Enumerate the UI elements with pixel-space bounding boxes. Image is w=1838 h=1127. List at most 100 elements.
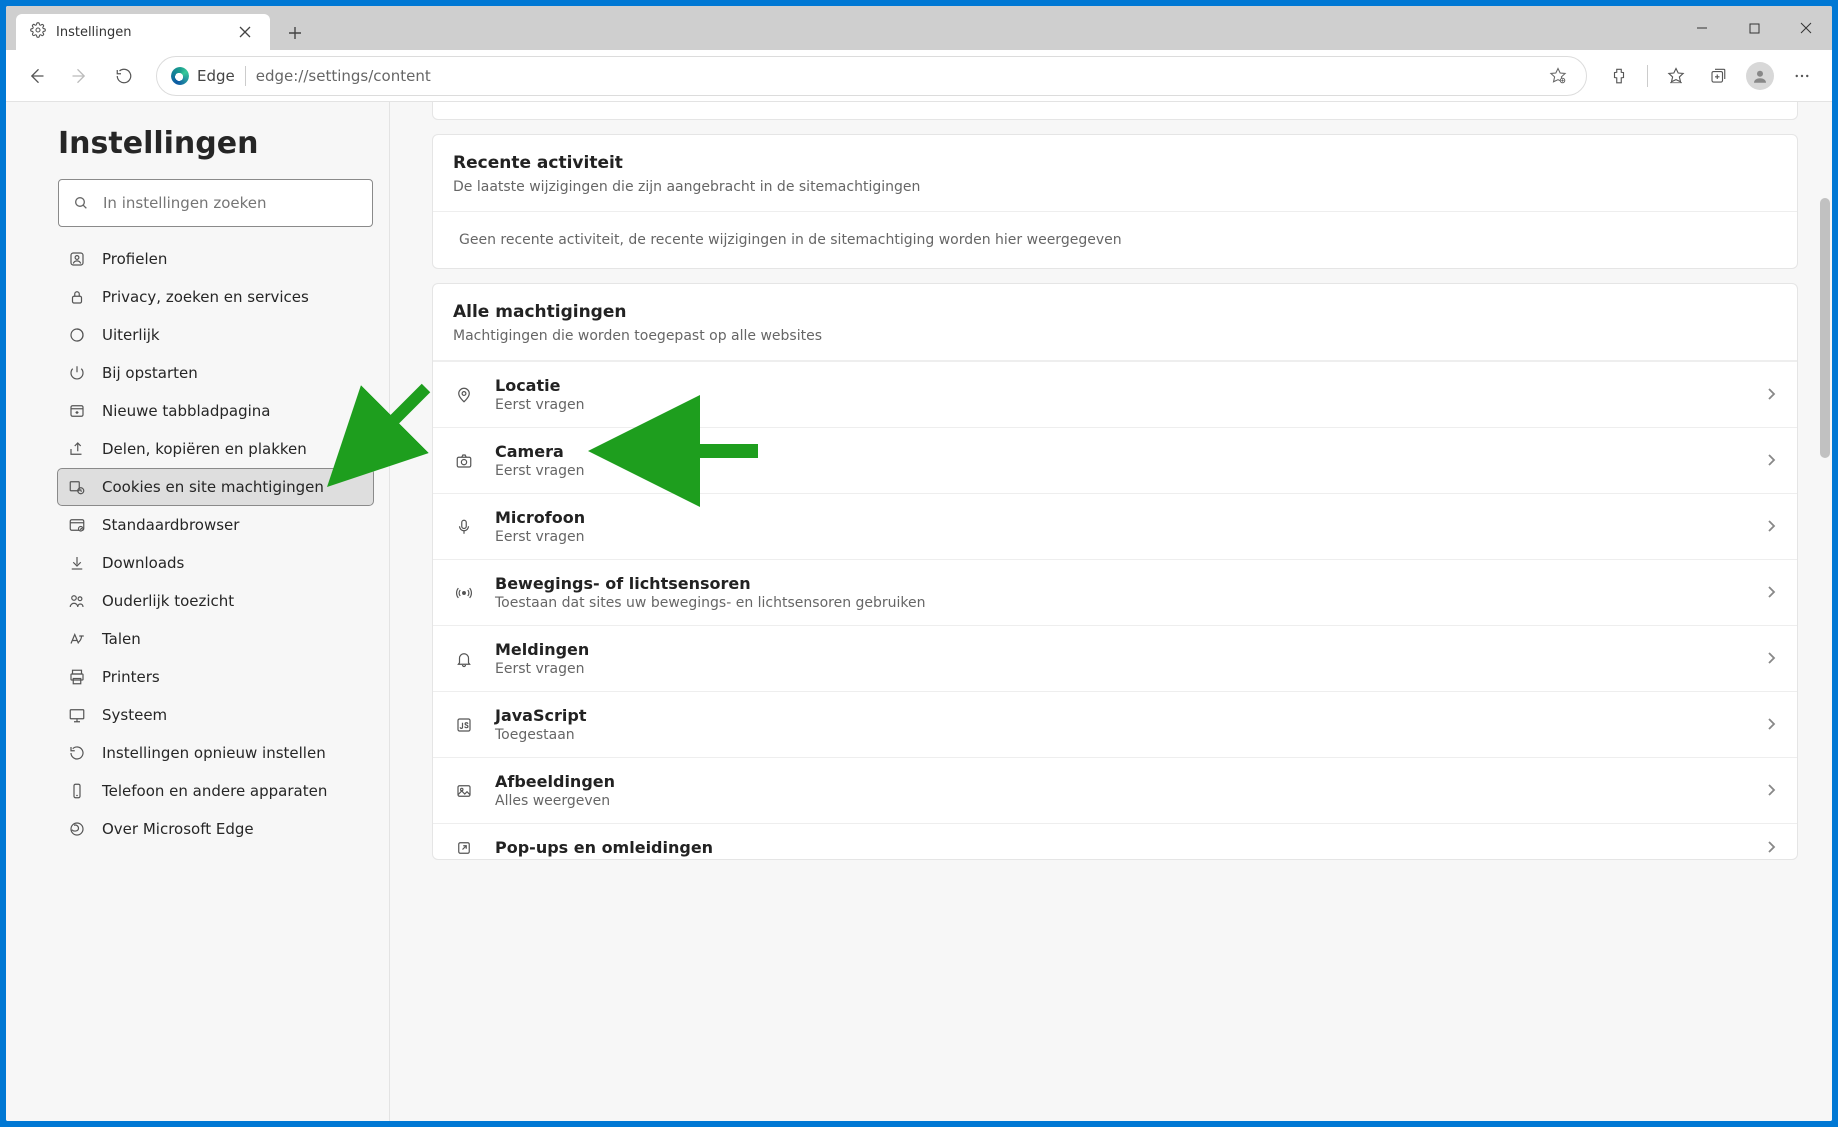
system-icon: [68, 706, 86, 724]
chevron-right-icon: [1765, 649, 1777, 668]
chevron-right-icon: [1765, 451, 1777, 470]
avatar-icon: [1746, 62, 1774, 90]
nav-downloads[interactable]: Downloads: [58, 545, 373, 581]
titlebar: Instellingen: [6, 6, 1832, 50]
nav-languages[interactable]: Talen: [58, 621, 373, 657]
recent-activity-empty: Geen recente activiteit, de recente wijz…: [433, 212, 1797, 268]
nav-about[interactable]: Over Microsoft Edge: [58, 811, 373, 847]
extensions-button[interactable]: [1599, 56, 1639, 96]
scrollbar-thumb[interactable]: [1820, 198, 1830, 458]
address-url: edge://settings/content: [256, 67, 1534, 85]
permission-title: Meldingen: [495, 640, 1745, 659]
settings-main: Recente activiteit De laatste wijziginge…: [390, 102, 1832, 1121]
scrollbar[interactable]: [1818, 102, 1832, 1121]
nav-devices[interactable]: Telefoon en andere apparaten: [58, 773, 373, 809]
nav-label: Systeem: [102, 706, 167, 724]
permission-popups[interactable]: Pop-ups en omleidingen: [433, 823, 1797, 859]
nav-label: Profielen: [102, 250, 167, 268]
nav-label: Standaardbrowser: [102, 516, 239, 534]
permission-text: Microfoon Eerst vragen: [495, 508, 1745, 545]
settings-search[interactable]: [58, 179, 373, 227]
nav-startup[interactable]: Bij opstarten: [58, 355, 373, 391]
nav-share[interactable]: Delen, kopiëren en plakken: [58, 431, 373, 467]
card-all-permissions: Alle machtigingen Machtigingen die worde…: [432, 283, 1798, 860]
microphone-icon: [453, 518, 475, 536]
permission-images[interactable]: Afbeeldingen Alles weergeven: [433, 757, 1797, 823]
nav-label: Uiterlijk: [102, 326, 160, 344]
permission-title: Bewegings- of lichtsensoren: [495, 574, 1745, 593]
settings-search-input[interactable]: [103, 194, 358, 212]
permission-sub: Alles weergeven: [495, 793, 1745, 809]
permission-camera[interactable]: Camera Eerst vragen: [433, 427, 1797, 493]
maximize-button[interactable]: [1728, 6, 1780, 50]
browser-icon: [68, 516, 86, 534]
forward-button[interactable]: [60, 56, 100, 96]
nav-family[interactable]: Ouderlijk toezicht: [58, 583, 373, 619]
permission-sensors[interactable]: Bewegings- of lichtsensorenToestaan dat …: [433, 559, 1797, 625]
permission-sub: Eerst vragen: [495, 529, 1745, 545]
profile-button[interactable]: [1740, 56, 1780, 96]
recent-activity-title: Recente activiteit: [453, 153, 1777, 173]
minimize-button[interactable]: [1676, 6, 1728, 50]
new-tab-button[interactable]: [278, 16, 312, 50]
nav-reset[interactable]: Instellingen opnieuw instellen: [58, 735, 373, 771]
permission-location[interactable]: LocatieEerst vragen: [433, 361, 1797, 427]
recent-activity-subtitle: De laatste wijzigingen die zijn aangebra…: [453, 179, 1777, 195]
permission-javascript[interactable]: JavaScriptToegestaan: [433, 691, 1797, 757]
camera-icon: [453, 452, 475, 470]
collections-button[interactable]: [1698, 56, 1738, 96]
phone-icon: [68, 782, 86, 800]
back-button[interactable]: [16, 56, 56, 96]
permission-title: Camera: [495, 442, 1745, 461]
bell-icon: [453, 650, 475, 668]
nav-appearance[interactable]: Uiterlijk: [58, 317, 373, 353]
permission-title: JavaScript: [495, 706, 1745, 725]
printer-icon: [68, 668, 86, 686]
tab-close-button[interactable]: [232, 19, 258, 45]
toolbar-separator: [1647, 65, 1648, 87]
add-favorite-button[interactable]: [1544, 62, 1572, 90]
permission-title: Afbeeldingen: [495, 772, 1745, 791]
nav-system[interactable]: Systeem: [58, 697, 373, 733]
address-bar[interactable]: Edge edge://settings/content: [156, 56, 1587, 96]
appearance-icon: [68, 326, 86, 344]
address-identity: Edge: [171, 67, 235, 85]
nav-label: Over Microsoft Edge: [102, 820, 254, 838]
permission-text: JavaScriptToegestaan: [495, 706, 1745, 743]
nav-newtab[interactable]: Nieuwe tabbladpagina: [58, 393, 373, 429]
chevron-right-icon: [1765, 838, 1777, 857]
nav-label: Downloads: [102, 554, 184, 572]
location-icon: [453, 386, 475, 404]
refresh-button[interactable]: [104, 56, 144, 96]
download-icon: [68, 554, 86, 572]
card-header: Alle machtigingen Machtigingen die worde…: [433, 284, 1797, 361]
nav-profiles[interactable]: Profielen: [58, 241, 373, 277]
nav-label: Printers: [102, 668, 160, 686]
close-window-button[interactable]: [1780, 6, 1832, 50]
power-icon: [68, 364, 86, 382]
permission-sub: Eerst vragen: [495, 463, 1745, 479]
favorites-button[interactable]: [1656, 56, 1696, 96]
edge-icon: [68, 820, 86, 838]
content-area: Instellingen Profielen Privacy, zoeken e…: [6, 102, 1832, 1121]
card-clipped-top: [432, 102, 1798, 120]
tab-title: Instellingen: [56, 25, 222, 40]
nav-default-browser[interactable]: Standaardbrowser: [58, 507, 373, 543]
tab-settings[interactable]: Instellingen: [16, 14, 270, 50]
more-menu-button[interactable]: [1782, 56, 1822, 96]
chevron-right-icon: [1765, 385, 1777, 404]
settings-nav: Profielen Privacy, zoeken en services Ui…: [58, 241, 373, 847]
nav-printers[interactable]: Printers: [58, 659, 373, 695]
all-permissions-subtitle: Machtigingen die worden toegepast op all…: [453, 328, 1777, 344]
reset-icon: [68, 744, 86, 762]
settings-heading: Instellingen: [58, 126, 373, 161]
lock-icon: [68, 288, 86, 306]
nav-privacy[interactable]: Privacy, zoeken en services: [58, 279, 373, 315]
permission-title: Pop-ups en omleidingen: [495, 838, 1745, 857]
address-separator: [245, 66, 246, 86]
permission-notifications[interactable]: Meldingen Eerst vragen: [433, 625, 1797, 691]
permission-sub: Eerst vragen: [495, 661, 1745, 677]
permission-title: Microfoon: [495, 508, 1745, 527]
nav-cookies-site-permissions[interactable]: Cookies en site machtigingen: [58, 469, 373, 505]
permission-microphone[interactable]: Microfoon Eerst vragen: [433, 493, 1797, 559]
